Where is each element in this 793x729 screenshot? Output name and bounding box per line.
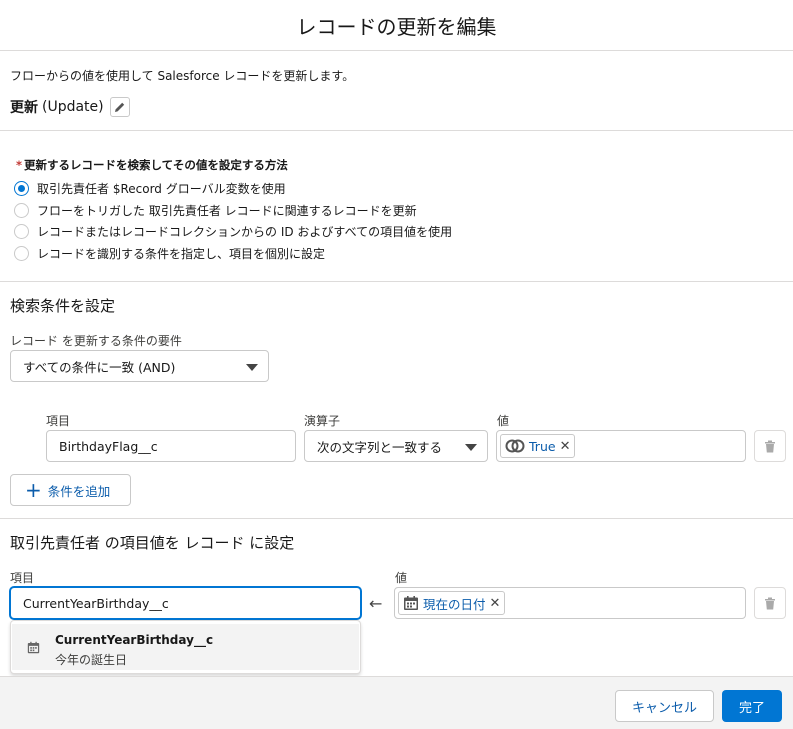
calendar-icon (27, 641, 40, 654)
modal-footer: キャンセル 完了 (0, 676, 793, 729)
requirement-select-value: すべての条件に一致 (AND) (23, 359, 176, 375)
cancel-button[interactable]: キャンセル (615, 690, 714, 722)
radio-button[interactable] (14, 245, 29, 261)
close-icon[interactable]: ✕ (490, 596, 501, 611)
set-value-pill-label: 現在の日付 (423, 596, 486, 612)
set-field-label: 項目 (10, 571, 35, 585)
divider (0, 130, 793, 131)
description: フローからの値を使用して Salesforce レコードを更新します。 (10, 69, 355, 83)
trash-icon (765, 440, 775, 452)
modal-header: レコードの更新を編集 (0, 0, 793, 51)
modal-title: レコードの更新を編集 (296, 14, 497, 39)
edit-name-button[interactable] (109, 97, 130, 117)
radio-option-label: レコードまたはレコードコレクションからの ID およびすべての項目値を使用 (37, 225, 453, 240)
set-value-pill[interactable]: 現在の日付 ✕ (398, 591, 506, 615)
arrow-left-icon: ← (369, 594, 383, 613)
condition-value-pill-label: True (529, 438, 556, 454)
radio-option-record-id[interactable]: レコードまたはレコードコレクションからの ID およびすべての項目値を使用 (14, 221, 452, 243)
radio-button[interactable] (14, 181, 29, 197)
autocomplete-option[interactable]: CurrentYearBirthday__c 今年の誕生日 (12, 624, 359, 670)
close-icon[interactable]: ✕ (560, 439, 571, 454)
condition-value-label: 値 (497, 414, 510, 428)
element-name: 更新 (Update) (10, 97, 130, 117)
radio-group: 取引先責任者 $Record グローバル変数を使用 フローをトリガした 取引先責… (14, 178, 452, 264)
radio-group-legend: * 更新するレコードを検索してその値を設定する方法 (16, 157, 288, 173)
trash-icon (765, 597, 775, 609)
required-marker: * (16, 158, 23, 172)
set-field-input-value: CurrentYearBirthday__c (23, 595, 169, 611)
element-api-name: (Update) (42, 99, 104, 115)
radio-option-label: レコードを識別する条件を指定し、項目を個別に設定 (37, 246, 326, 261)
autocomplete-dropdown: CurrentYearBirthday__c 今年の誕生日 (10, 620, 361, 674)
radio-option-record-variable[interactable]: 取引先責任者 $Record グローバル変数を使用 (14, 178, 452, 200)
delete-field-value-button[interactable] (754, 587, 786, 619)
done-button[interactable]: 完了 (722, 690, 782, 722)
radio-option-label: 取引先責任者 $Record グローバル変数を使用 (37, 182, 286, 197)
condition-operator-label: 演算子 (304, 414, 341, 428)
requirement-label: レコード を更新する条件の要件 (10, 334, 182, 348)
radio-button[interactable] (14, 224, 29, 240)
radio-option-related-records[interactable]: フローをトリガした 取引先責任者 レコードに関連するレコードを更新 (14, 200, 452, 222)
condition-operator-value: 次の文字列と一致する (317, 439, 443, 455)
condition-value-input[interactable]: True ✕ (496, 430, 746, 462)
add-condition-button[interactable]: + 条件を追加 (10, 474, 131, 506)
condition-value-pill[interactable]: True ✕ (500, 434, 576, 458)
element-label: 更新 (10, 100, 38, 116)
calendar-icon (404, 596, 418, 610)
divider (0, 518, 793, 519)
delete-condition-button[interactable] (754, 430, 786, 462)
set-values-heading: 取引先責任者 の項目値を レコード に設定 (10, 534, 295, 552)
condition-field-value: BirthdayFlag__c (59, 438, 158, 454)
condition-operator-select[interactable]: 次の文字列と一致する (304, 430, 488, 462)
autocomplete-option-label: 今年の誕生日 (55, 653, 128, 667)
set-value-label: 値 (395, 571, 408, 585)
radio-option-label: フローをトリガした 取引先責任者 レコードに関連するレコードを更新 (37, 203, 417, 218)
pencil-icon (114, 102, 124, 112)
set-value-input[interactable]: 現在の日付 ✕ (394, 587, 746, 619)
condition-field-input[interactable]: BirthdayFlag__c (46, 430, 296, 462)
plus-icon: + (25, 478, 42, 502)
radio-group-legend-text: 更新するレコードを検索してその値を設定する方法 (24, 158, 288, 172)
set-field-input[interactable]: CurrentYearBirthday__c (10, 587, 361, 619)
radio-option-specify-conditions[interactable]: レコードを識別する条件を指定し、項目を個別に設定 (14, 243, 452, 265)
radio-button[interactable] (14, 202, 29, 218)
condition-field-label: 項目 (46, 414, 71, 428)
filter-heading: 検索条件を設定 (10, 297, 116, 315)
requirement-select[interactable]: すべての条件に一致 (AND) (10, 350, 269, 382)
boolean-toggle-icon (505, 439, 525, 453)
chevron-down-icon (465, 444, 477, 451)
chevron-down-icon (246, 364, 258, 371)
divider (0, 281, 793, 282)
autocomplete-option-api-name: CurrentYearBirthday__c (55, 633, 214, 647)
add-condition-label: 条件を追加 (47, 483, 111, 499)
